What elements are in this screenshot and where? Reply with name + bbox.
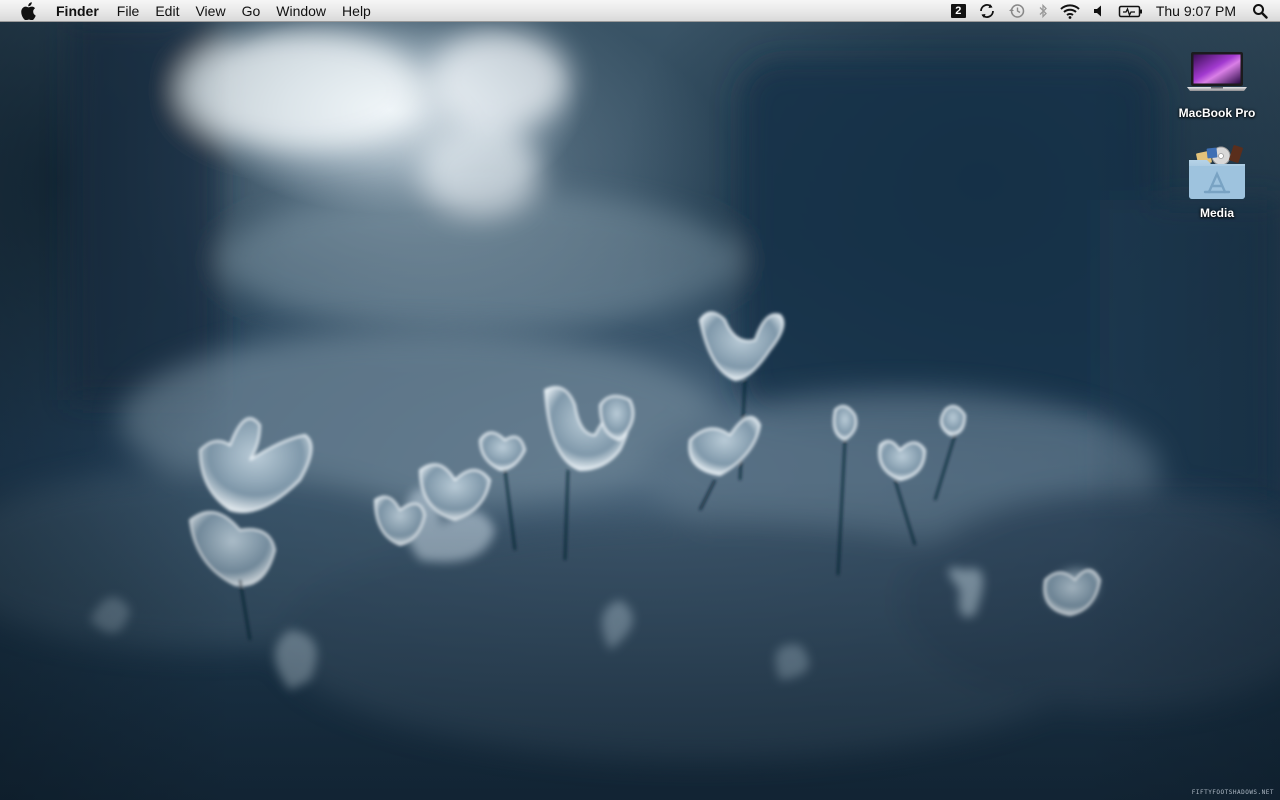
sync-icon[interactable] bbox=[972, 0, 1002, 22]
bluetooth-icon[interactable] bbox=[1032, 0, 1054, 22]
desktop-icon-label: MacBook Pro bbox=[1178, 106, 1256, 120]
menu-window[interactable]: Window bbox=[268, 0, 334, 22]
menu-clock[interactable]: Thu 9:07 PM bbox=[1150, 0, 1246, 22]
menu-bar: Finder File Edit View Go Window Help 2 T… bbox=[0, 0, 1280, 22]
battery-icon[interactable] bbox=[1112, 0, 1150, 22]
menu-go[interactable]: Go bbox=[234, 0, 269, 22]
menu-edit[interactable]: Edit bbox=[147, 0, 187, 22]
wallpaper-vignette bbox=[0, 0, 1280, 800]
desktop-icon-media[interactable]: Media bbox=[1167, 140, 1267, 220]
menu-view[interactable]: View bbox=[187, 0, 233, 22]
volume-icon[interactable] bbox=[1086, 0, 1112, 22]
wifi-icon[interactable] bbox=[1054, 0, 1086, 22]
spaces-number: 2 bbox=[950, 4, 966, 18]
menu-bar-left: Finder File Edit View Go Window Help bbox=[0, 0, 379, 22]
menu-app-name[interactable]: Finder bbox=[56, 0, 109, 22]
menu-file[interactable]: File bbox=[109, 0, 148, 22]
menu-bar-status: 2 Thu 9:07 PM bbox=[945, 0, 1280, 22]
menu-help[interactable]: Help bbox=[334, 0, 379, 22]
desktop-icon-macbook-pro[interactable]: MacBook Pro bbox=[1167, 40, 1267, 120]
macbook-pro-icon bbox=[1185, 40, 1249, 104]
time-machine-icon[interactable] bbox=[1002, 0, 1032, 22]
spaces-icon[interactable]: 2 bbox=[945, 0, 972, 22]
desktop-icon-label: Media bbox=[1199, 206, 1234, 220]
apple-logo-icon[interactable] bbox=[0, 0, 56, 22]
applications-folder-icon bbox=[1185, 140, 1249, 204]
spotlight-search-icon[interactable] bbox=[1246, 0, 1280, 22]
wallpaper-credit: FIFTYFOOTSHADOWS.NET bbox=[1191, 789, 1274, 796]
desktop[interactable]: FIFTYFOOTSHADOWS.NET Finder File Edit Vi… bbox=[0, 0, 1280, 800]
